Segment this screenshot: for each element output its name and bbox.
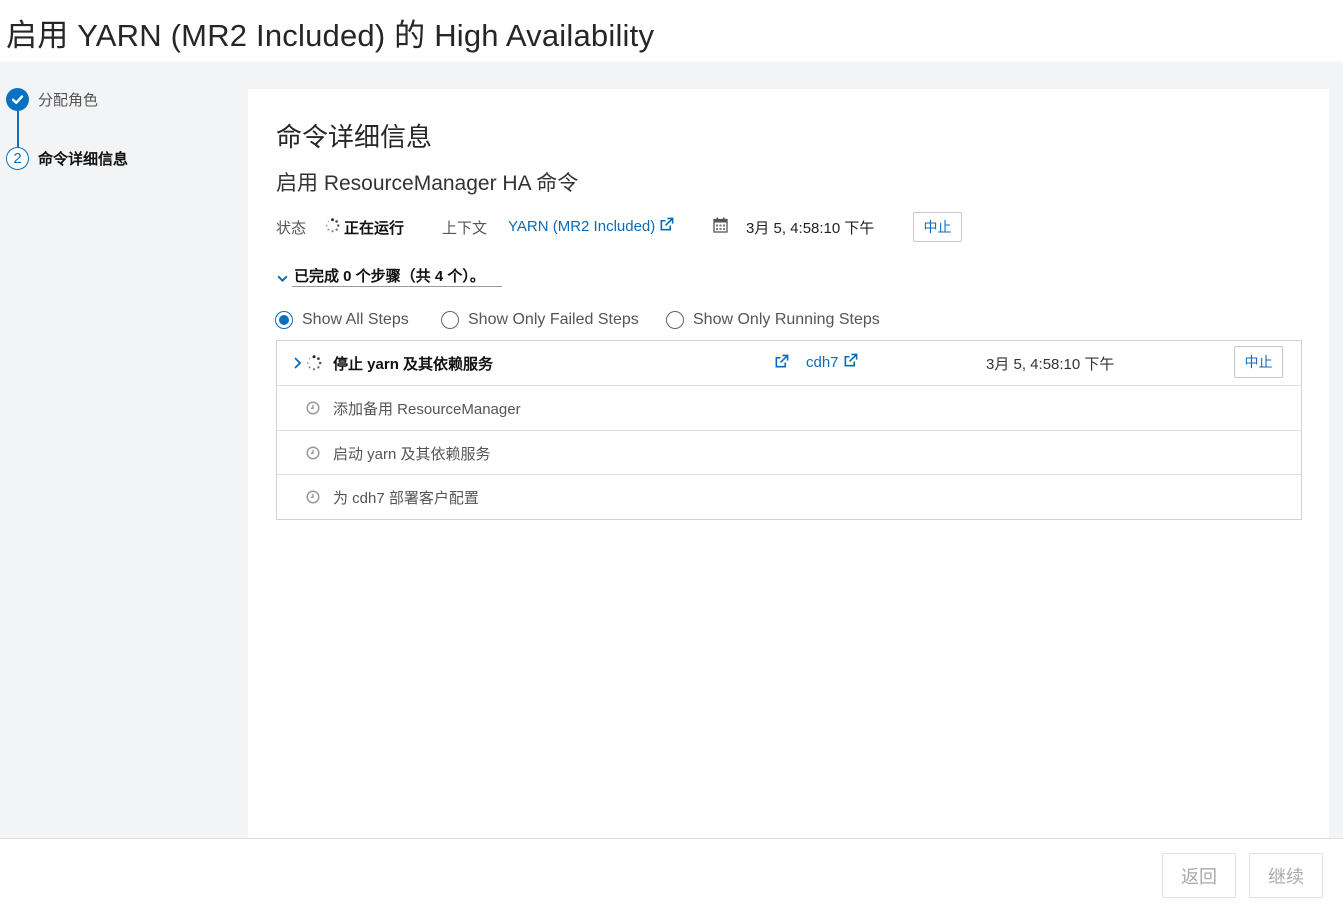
step-name: 停止 yarn 及其依赖服务: [333, 356, 494, 373]
abort-command-button[interactable]: 中止: [913, 212, 962, 242]
abort-step-button[interactable]: 中止: [1234, 346, 1283, 378]
external-link-icon[interactable]: [774, 354, 789, 369]
step-connector: [17, 111, 19, 148]
clock-icon: [306, 446, 320, 460]
status-label: 状态: [276, 220, 307, 237]
step-number-badge: 2: [6, 147, 29, 170]
back-button[interactable]: 返回: [1162, 853, 1236, 898]
steps-summary-text: 已完成 0 个步骤（共 4 个）。: [294, 268, 485, 285]
filter-running-steps[interactable]: Show Only Running Steps: [666, 311, 880, 329]
external-link-icon: [661, 217, 674, 231]
clock-icon: [306, 490, 320, 504]
chevron-down-icon: [277, 275, 288, 282]
wizard-step-label: 命令详细信息: [38, 151, 129, 168]
step-name: 添加备用 ResourceManager: [333, 401, 521, 418]
step-name: 启动 yarn 及其依赖服务: [333, 446, 491, 463]
filter-label: Show Only Running Steps: [693, 311, 880, 328]
clock-icon: [306, 401, 320, 415]
spinner-icon: [325, 218, 340, 235]
summary-underline: [292, 286, 502, 287]
wizard-step-command-details[interactable]: 2 命令详细信息: [6, 147, 128, 170]
host-link-text: cdh7: [806, 354, 839, 371]
filter-label: Show Only Failed Steps: [468, 311, 639, 328]
command-name: 启用 ResourceManager HA 命令: [276, 172, 579, 195]
host-link[interactable]: cdh7: [806, 353, 858, 371]
panel-heading: 命令详细信息: [276, 122, 433, 152]
radio-button[interactable]: [441, 311, 459, 329]
filter-label: Show All Steps: [302, 311, 409, 328]
page-title: 启用 YARN (MR2 Included) 的 High Availabili…: [6, 18, 655, 53]
filter-all-steps[interactable]: Show All Steps: [275, 311, 409, 329]
continue-button[interactable]: 继续: [1249, 853, 1323, 898]
steps-table: 停止 yarn 及其依赖服务 cdh7 3月 5, 4:58:10 下午 中止 …: [276, 340, 1302, 520]
step-time: 3月 5, 4:58:10 下午: [986, 356, 1115, 373]
radio-button[interactable]: [275, 311, 293, 329]
radio-button[interactable]: [666, 311, 684, 329]
context-label: 上下文: [442, 220, 488, 237]
spinner-icon: [306, 355, 322, 371]
context-link-text: YARN (MR2 Included): [508, 218, 656, 235]
step-row-pending: 启动 yarn 及其依赖服务: [277, 431, 1301, 475]
wizard-footer: 返回 继续: [0, 838, 1343, 903]
command-start-time: 3月 5, 4:58:10 下午: [746, 220, 875, 237]
wizard-body: 分配角色 2 命令详细信息 命令详细信息 启用 ResourceManager …: [0, 62, 1343, 838]
page-header: 启用 YARN (MR2 Included) 的 High Availabili…: [0, 0, 1343, 62]
check-icon: [6, 88, 29, 111]
context-link[interactable]: YARN (MR2 Included): [508, 217, 674, 235]
command-status-row: 状态 正在运行 上下文 YARN (MR2 Included) 3月 5, 4:…: [276, 211, 1316, 243]
step-row-pending: 添加备用 ResourceManager: [277, 386, 1301, 431]
wizard-step-label: 分配角色: [38, 92, 99, 109]
steps-summary-toggle[interactable]: 已完成 0 个步骤（共 4 个）。: [276, 265, 485, 286]
wizard-steps: 分配角色 2 命令详细信息: [0, 62, 248, 838]
external-link-icon: [844, 353, 858, 367]
step-name: 为 cdh7 部署客户配置: [333, 490, 479, 507]
wizard-step-assign-roles[interactable]: 分配角色: [6, 88, 98, 111]
status-value: 正在运行: [344, 220, 405, 237]
command-details-panel: 命令详细信息 启用 ResourceManager HA 命令 状态 正在运行 …: [248, 89, 1329, 838]
filter-failed-steps[interactable]: Show Only Failed Steps: [441, 311, 639, 329]
step-row-running[interactable]: 停止 yarn 及其依赖服务 cdh7 3月 5, 4:58:10 下午 中止: [277, 341, 1301, 386]
calendar-icon: [713, 217, 728, 237]
step-row-pending: 为 cdh7 部署客户配置: [277, 475, 1301, 520]
chevron-right-icon[interactable]: [293, 356, 303, 370]
